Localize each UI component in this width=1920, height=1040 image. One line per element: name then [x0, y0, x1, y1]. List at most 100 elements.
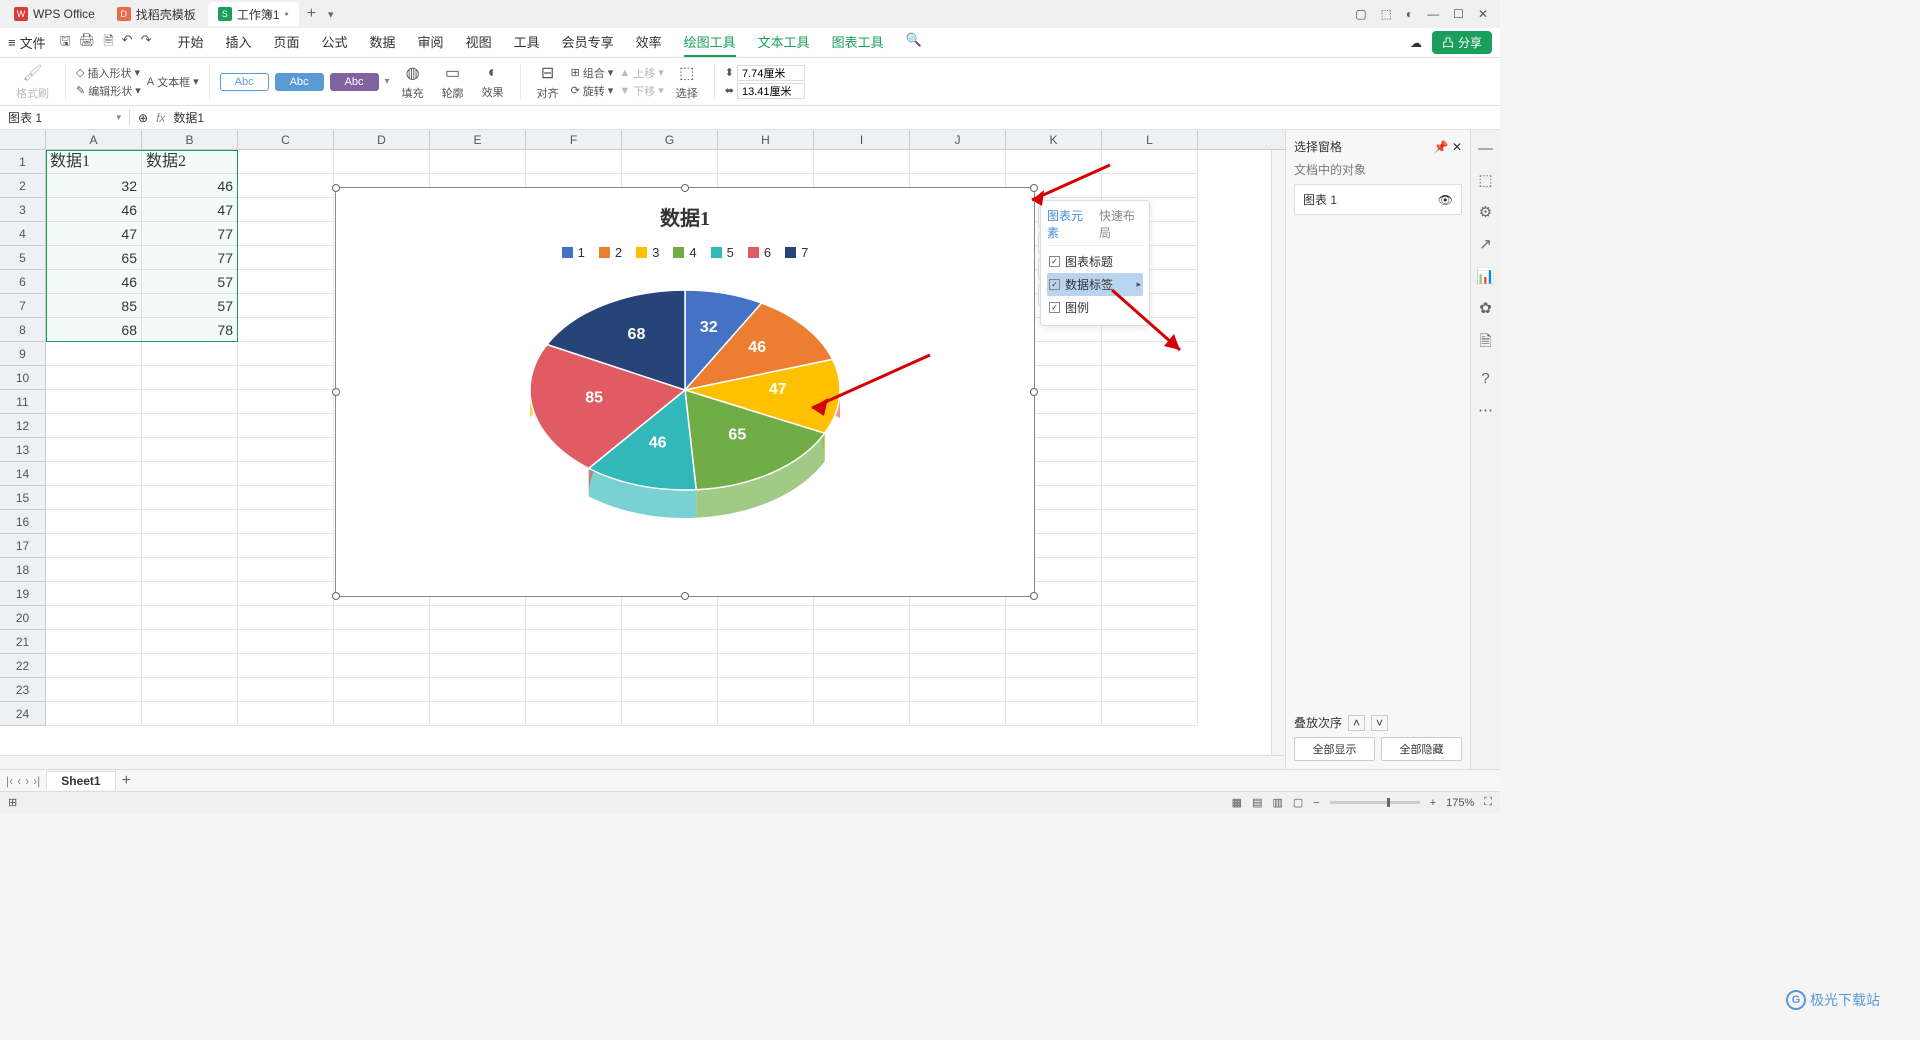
- col-A[interactable]: A: [46, 130, 142, 149]
- select-button[interactable]: ⬚选择: [670, 63, 704, 101]
- order-up-button[interactable]: ˄: [1348, 715, 1365, 731]
- col-B[interactable]: B: [142, 130, 238, 149]
- search-icon[interactable]: 🔍: [906, 28, 922, 57]
- share-button[interactable]: 凸 分享: [1432, 31, 1492, 54]
- pin-icon[interactable]: 📌: [1434, 140, 1449, 154]
- rotate-button[interactable]: ⟳ 旋转 ▾: [571, 83, 614, 99]
- text-box-button[interactable]: A 文本框 ▾: [147, 74, 199, 90]
- col-J[interactable]: J: [910, 130, 1006, 149]
- move-down-button[interactable]: ▼ 下移 ▾: [619, 83, 663, 99]
- shape-style-1[interactable]: Abc: [220, 73, 269, 91]
- file-menu[interactable]: ≡ 文件: [8, 33, 46, 52]
- view-page-icon[interactable]: ▤: [1252, 796, 1262, 809]
- horizontal-scrollbar[interactable]: [0, 755, 1285, 769]
- group-button[interactable]: ⊞ 组合 ▾: [571, 65, 614, 81]
- menu-drawing[interactable]: 绘图工具: [684, 28, 736, 57]
- tab-workbook[interactable]: S工作簿1•: [208, 2, 299, 26]
- col-D[interactable]: D: [334, 130, 430, 149]
- tab-app[interactable]: WWPS Office: [4, 2, 105, 26]
- next-sheet-button[interactable]: ›: [25, 774, 29, 788]
- sheet-area[interactable]: A B C D E F G H I J K L 1234567891011121…: [0, 130, 1285, 769]
- menu-text-tools[interactable]: 文本工具: [758, 28, 810, 57]
- select-all-corner[interactable]: [0, 130, 46, 149]
- preview-icon[interactable]: 🗎: [103, 32, 113, 54]
- menu-chart-tools[interactable]: 图表工具: [832, 28, 884, 57]
- sheet-tab[interactable]: Sheet1: [46, 771, 115, 790]
- cloud-icon[interactable]: ☁: [1410, 36, 1422, 50]
- align-button[interactable]: ⊟对齐: [531, 63, 565, 101]
- col-I[interactable]: I: [814, 130, 910, 149]
- close-button[interactable]: ✕: [1478, 7, 1488, 21]
- move-up-button[interactable]: ▲ 上移 ▾: [619, 65, 663, 81]
- col-K[interactable]: K: [1006, 130, 1102, 149]
- height-input[interactable]: ⬍: [725, 65, 805, 81]
- menu-member[interactable]: 会员专享: [562, 28, 614, 57]
- chart-legend[interactable]: 1234567: [336, 239, 1034, 270]
- tab-template[interactable]: D找稻壳模板: [107, 2, 206, 26]
- prev-sheet-button[interactable]: ‹: [17, 774, 21, 788]
- toggle-chart-title[interactable]: ✓图表标题: [1047, 250, 1143, 273]
- avatar-icon[interactable]: ◐: [1406, 7, 1413, 21]
- name-box[interactable]: 图表 1▾: [0, 109, 130, 126]
- shape-style-3[interactable]: Abc: [330, 73, 379, 91]
- fullscreen-icon[interactable]: ⛶: [1484, 796, 1492, 809]
- win-restore-icon[interactable]: ▢: [1355, 7, 1366, 21]
- add-sheet-button[interactable]: +: [116, 772, 137, 790]
- col-C[interactable]: C: [238, 130, 334, 149]
- new-tab-button[interactable]: +: [301, 5, 322, 23]
- menu-tools[interactable]: 工具: [514, 28, 540, 57]
- col-H[interactable]: H: [718, 130, 814, 149]
- menu-data[interactable]: 数据: [370, 28, 396, 57]
- edit-shape-button[interactable]: ✎ 编辑形状 ▾: [76, 83, 141, 99]
- settings-icon[interactable]: ⚙: [1479, 203, 1492, 221]
- print-icon[interactable]: 🖨: [79, 32, 96, 54]
- view-break-icon[interactable]: ▥: [1272, 796, 1282, 809]
- chart-title[interactable]: 数据1: [336, 188, 1034, 239]
- outline-button[interactable]: ▭轮廓: [436, 63, 470, 101]
- min-button[interactable]: —: [1427, 7, 1439, 21]
- format-painter-button[interactable]: 🖌格式刷: [10, 63, 55, 101]
- tools-side-icon[interactable]: ✿: [1479, 299, 1492, 317]
- menu-efficiency[interactable]: 效率: [636, 28, 662, 57]
- popup-tab-layout[interactable]: 快速布局: [1099, 207, 1143, 241]
- tab-list-button[interactable]: ▾: [322, 8, 340, 21]
- insert-shape-button[interactable]: ◇ 插入形状 ▾: [76, 65, 141, 81]
- visibility-icon[interactable]: 👁: [1438, 193, 1453, 207]
- menu-review[interactable]: 审阅: [418, 28, 444, 57]
- style-more-button[interactable]: ▾: [385, 76, 390, 87]
- zoom-in-button[interactable]: +: [1430, 797, 1436, 809]
- help-icon[interactable]: ?: [1481, 370, 1489, 387]
- formula-input[interactable]: 数据1: [173, 109, 204, 126]
- max-button[interactable]: ☐: [1453, 7, 1464, 21]
- shape-style-2[interactable]: Abc: [275, 73, 324, 91]
- fx-cancel-icon[interactable]: ⊕: [138, 111, 148, 125]
- show-all-button[interactable]: 全部显示: [1294, 737, 1375, 761]
- order-down-button[interactable]: ˅: [1371, 715, 1388, 731]
- menu-insert[interactable]: 插入: [225, 28, 251, 57]
- last-sheet-button[interactable]: ›|: [33, 774, 40, 788]
- close-icon[interactable]: •: [285, 7, 289, 21]
- zoom-slider[interactable]: [1330, 801, 1420, 804]
- vertical-scrollbar[interactable]: [1271, 150, 1285, 769]
- menu-formula[interactable]: 公式: [322, 28, 348, 57]
- col-G[interactable]: G: [622, 130, 718, 149]
- col-F[interactable]: F: [526, 130, 622, 149]
- share-side-icon[interactable]: ↗: [1479, 235, 1492, 253]
- collapse-icon[interactable]: —: [1478, 140, 1493, 157]
- zoom-out-button[interactable]: −: [1313, 797, 1319, 809]
- menu-start[interactable]: 开始: [177, 28, 203, 57]
- effect-button[interactable]: ◐效果: [476, 64, 510, 100]
- view-normal-icon[interactable]: ▦: [1232, 796, 1242, 809]
- fill-button[interactable]: ◍填充: [396, 63, 430, 101]
- win-cube-icon[interactable]: ⬚: [1381, 7, 1392, 21]
- popup-tab-elements[interactable]: 图表元素: [1047, 207, 1091, 241]
- undo-icon[interactable]: ↶: [122, 32, 133, 54]
- zoom-value[interactable]: 175%: [1446, 797, 1474, 809]
- col-E[interactable]: E: [430, 130, 526, 149]
- redo-icon[interactable]: ↷: [141, 32, 152, 54]
- close-pane-icon[interactable]: ✕: [1452, 140, 1462, 154]
- view-read-icon[interactable]: ▢: [1293, 796, 1303, 809]
- doc-side-icon[interactable]: 🗎: [1479, 331, 1491, 356]
- chart-side-icon[interactable]: 📊: [1476, 267, 1495, 285]
- select-tool-icon[interactable]: ⬚: [1478, 171, 1492, 189]
